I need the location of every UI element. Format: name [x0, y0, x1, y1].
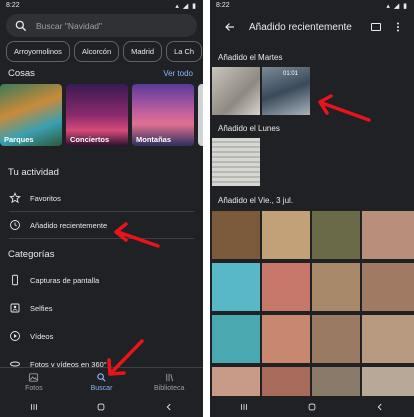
nav-label: Fotos [25, 385, 43, 392]
page-title: Añadido recientemente [249, 21, 352, 33]
tile-conciertos[interactable]: Conciertos [66, 84, 128, 146]
recents-icon[interactable] [239, 402, 249, 412]
status-time: 8:22 [6, 2, 20, 9]
status-bar: 8:22 ▴ ◢ ▮ [0, 0, 203, 12]
nav-biblioteca[interactable]: Biblioteca [135, 368, 203, 396]
library-icon [165, 373, 173, 382]
things-row: Parques Conciertos Montañas [0, 84, 203, 146]
home-icon[interactable] [307, 402, 317, 412]
photo-icon [29, 373, 39, 382]
things-heading: Cosas [8, 68, 35, 79]
search-icon [15, 20, 27, 31]
star-icon [9, 192, 21, 204]
back-icon[interactable] [375, 402, 385, 412]
row-label: Capturas de pantalla [30, 275, 100, 285]
photo-thumbnail[interactable] [262, 315, 310, 363]
row-selfies[interactable]: Selfies [0, 296, 203, 320]
tile-label: Conciertos [70, 135, 110, 144]
row-favoritos[interactable]: Favoritos [0, 186, 203, 210]
status-icons: ▴ ◢ ▮ [386, 3, 408, 10]
annotation-arrow-search [107, 339, 144, 376]
system-navigation [0, 396, 203, 417]
photo-thumbnail[interactable] [212, 211, 260, 259]
divider [9, 211, 194, 212]
annotation-arrow-video [318, 94, 371, 122]
photo-thumbnail[interactable] [212, 138, 260, 186]
search-placeholder: Buscar "Navidad" [36, 20, 103, 31]
group-heading: Añadido el Martes [218, 53, 283, 62]
system-navigation [210, 396, 414, 417]
tile-label: Montañas [136, 135, 172, 144]
photo-thumbnail[interactable] [362, 263, 414, 311]
row-capturas[interactable]: Capturas de pantalla [0, 268, 203, 292]
place-chips: Arroyomolinos Alcorcón Madrid La Ch [6, 41, 203, 62]
chip-arroyomolinos[interactable]: Arroyomolinos [6, 41, 70, 62]
back-arrow-icon[interactable] [224, 21, 236, 33]
tile-parques[interactable]: Parques [0, 84, 62, 146]
row-anadido-recientemente[interactable]: Añadido recientemente [0, 213, 203, 237]
app-bar: Añadido recientemente [210, 12, 414, 42]
nav-label: Buscar [90, 385, 113, 392]
photo-thumbnail[interactable] [312, 263, 360, 311]
nav-fotos[interactable]: Fotos [0, 368, 68, 396]
video-thumbnail[interactable]: 01:01 [262, 67, 310, 115]
search-screen: 8:22 ▴ ◢ ▮ Buscar "Navidad" Arroyomolino… [0, 0, 203, 417]
more-icon[interactable] [392, 21, 404, 33]
recent-screen: 8:22 ▴ ◢ ▮ Añadido recientemente Añadido… [210, 0, 414, 417]
photo-thumbnail[interactable] [362, 315, 414, 363]
categories-heading: Categorías [8, 249, 55, 260]
back-icon[interactable] [164, 402, 174, 412]
activity-heading: Tu actividad [8, 167, 59, 178]
status-icons: ▴ ◢ ▮ [175, 3, 197, 10]
row-label: Vídeos [30, 331, 54, 341]
tile-partial[interactable] [198, 84, 203, 146]
row-label: Añadido recientemente [30, 220, 108, 230]
selfie-icon [10, 303, 20, 313]
photo-thumbnail[interactable] [312, 315, 360, 363]
photo-thumbnail[interactable] [212, 263, 260, 311]
photo-thumbnail[interactable] [212, 67, 260, 115]
photo-thumbnail[interactable] [312, 211, 360, 259]
status-time: 8:22 [216, 2, 230, 9]
row-label: Favoritos [30, 193, 61, 203]
annotation-arrow-recent [114, 222, 160, 248]
cast-icon[interactable] [370, 21, 382, 33]
photo-thumbnail[interactable] [212, 315, 260, 363]
phone-icon [12, 274, 18, 286]
group-heading: Añadido el Lunes [218, 124, 280, 133]
nav-label: Biblioteca [154, 385, 185, 392]
chip-alcorcon[interactable]: Alcorcón [73, 41, 120, 62]
photo-thumbnail[interactable] [262, 263, 310, 311]
chip-madrid[interactable]: Madrid [123, 41, 163, 62]
tile-montanas[interactable]: Montañas [132, 84, 194, 146]
group-heading: Añadido el Vie., 3 jul. [218, 196, 294, 205]
divider [9, 238, 194, 239]
row-videos[interactable]: Vídeos [0, 324, 203, 348]
tile-label: Parques [4, 135, 34, 144]
row-label: Selfies [30, 303, 53, 313]
play-icon [10, 331, 20, 341]
photo-thumbnail[interactable] [262, 211, 310, 259]
status-bar: 8:22 ▴ ◢ ▮ [210, 0, 414, 12]
clock-icon [10, 220, 20, 230]
see-all-link[interactable]: Ver todo [163, 69, 193, 78]
home-icon[interactable] [96, 402, 106, 412]
bottom-navigation: Fotos Buscar Biblioteca [0, 367, 203, 396]
video-duration: 01:01 [282, 71, 298, 77]
photo-thumbnail[interactable] [362, 211, 414, 259]
chip-la-ch[interactable]: La Ch [166, 41, 203, 62]
recents-icon[interactable] [29, 402, 39, 412]
search-input[interactable]: Buscar "Navidad" [6, 14, 197, 37]
